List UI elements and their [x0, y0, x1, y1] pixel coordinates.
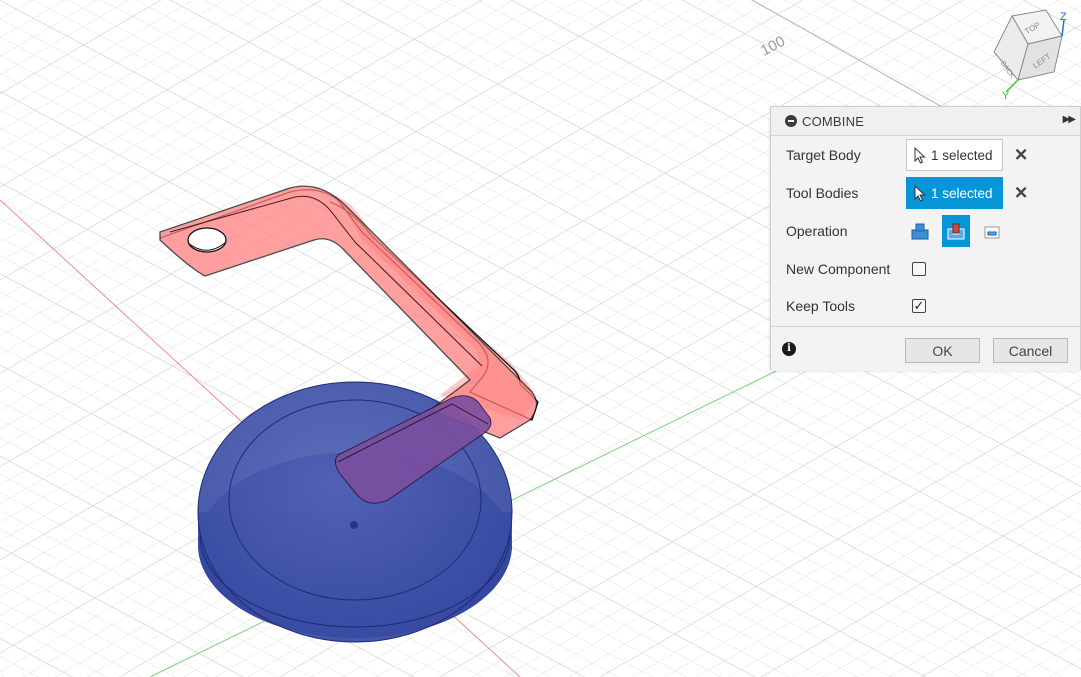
new-component-checkbox[interactable]: [912, 262, 926, 276]
cut-icon[interactable]: [942, 215, 970, 247]
cancel-button[interactable]: Cancel: [993, 338, 1068, 363]
cursor-icon: [914, 184, 926, 202]
keep-tools-row: Keep Tools ✓: [771, 290, 1080, 322]
tool-bodies-row: Tool Bodies 1 selected ✕: [771, 177, 1080, 209]
expand-icon[interactable]: ▶▶: [1063, 114, 1076, 125]
intersect-icon[interactable]: [978, 215, 1006, 247]
clear-target-icon[interactable]: ✕: [1014, 147, 1028, 164]
ok-button[interactable]: OK: [905, 338, 980, 363]
target-body-row: Target Body 1 selected ✕: [771, 139, 1080, 171]
keep-tools-label: Keep Tools: [786, 298, 856, 314]
target-body-value: 1 selected: [931, 147, 993, 163]
target-body-label: Target Body: [786, 147, 861, 163]
view-cube[interactable]: TOP BACK LEFT Z Y: [984, 6, 1074, 102]
dialog-header: COMBINE ▶▶: [771, 107, 1080, 136]
keep-tools-checkbox[interactable]: ✓: [912, 299, 926, 313]
collapse-icon[interactable]: [785, 115, 797, 127]
join-icon[interactable]: [906, 215, 934, 247]
new-component-row: New Component: [771, 253, 1080, 285]
tool-bodies-label: Tool Bodies: [786, 185, 859, 201]
dialog-footer: i OK Cancel: [771, 326, 1080, 371]
info-icon[interactable]: i: [782, 342, 796, 356]
operation-label: Operation: [786, 223, 848, 239]
z-axis-label: Z: [1060, 11, 1067, 23]
combine-dialog: COMBINE ▶▶ Target Body 1 selected ✕ Tool…: [770, 106, 1081, 371]
tool-bodies-value: 1 selected: [931, 185, 993, 201]
dialog-title: COMBINE: [802, 113, 865, 129]
new-component-label: New Component: [786, 261, 891, 277]
cursor-icon: [914, 146, 926, 164]
target-body-selector[interactable]: 1 selected: [906, 139, 1003, 171]
clear-tool-icon[interactable]: ✕: [1014, 185, 1028, 202]
tool-bodies-selector[interactable]: 1 selected: [906, 177, 1003, 209]
y-axis-label: Y: [1002, 90, 1010, 102]
operation-row: Operation: [771, 215, 1080, 247]
